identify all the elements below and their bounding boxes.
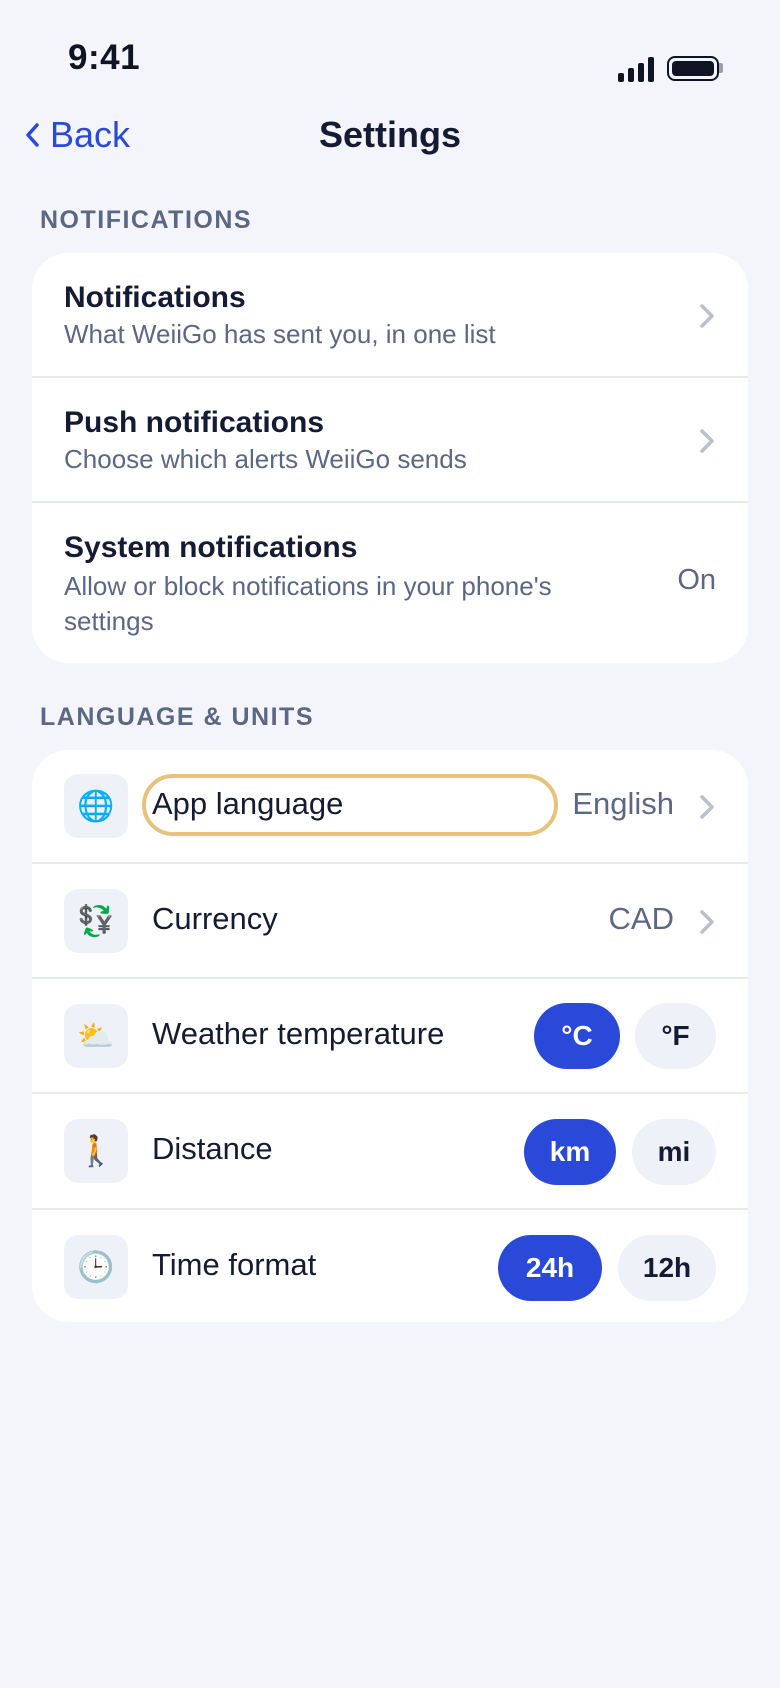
- chevron-right-icon: [700, 910, 714, 934]
- row-subtitle: Choose which alerts WeiiGo sends: [64, 444, 467, 474]
- currency-row[interactable]: 💱 Currency CAD: [32, 864, 748, 979]
- battery-icon: [667, 56, 719, 81]
- row-title: Push notifications: [64, 406, 325, 439]
- app-language-row[interactable]: 🌐 App language English: [32, 750, 748, 864]
- section-header-language-units: LANGUAGE & UNITS: [40, 703, 314, 731]
- language-units-card: 🌐 App language English 💱 Currency CAD ⛅ …: [32, 750, 748, 1322]
- cellular-signal-icon: [618, 56, 654, 82]
- currency-exchange-icon: 💱: [64, 889, 128, 953]
- distance-row: 🚶 Distance km mi: [32, 1094, 748, 1210]
- time-format-row: 🕒 Time format 24h 12h: [32, 1210, 748, 1322]
- sun-behind-cloud-icon: ⛅: [64, 1004, 128, 1068]
- chevron-right-icon: [700, 429, 714, 453]
- app-language-value: English: [572, 786, 674, 821]
- chevron-right-icon: [700, 795, 714, 819]
- app-language-label: App language: [152, 786, 344, 821]
- 12h-option[interactable]: 12h: [618, 1235, 716, 1301]
- page-title: Settings: [318, 114, 461, 155]
- mi-option[interactable]: mi: [632, 1119, 716, 1185]
- globe-icon: 🌐: [64, 774, 128, 838]
- row-subtitle-line1: Allow or block notifications in your pho…: [64, 571, 552, 601]
- row-subtitle: What WeiiGo has sent you, in one list: [64, 319, 496, 349]
- walking-person-icon: 🚶: [64, 1119, 128, 1183]
- currency-label: Currency: [152, 901, 278, 936]
- row-title: Notifications: [64, 281, 246, 314]
- settings-screen: 9:41 Back Settings NOTIFICATIONS Notific…: [0, 0, 780, 1688]
- weather-temperature-label: Weather temperature: [152, 1016, 445, 1051]
- fahrenheit-option[interactable]: °F: [635, 1003, 716, 1069]
- celsius-option[interactable]: °C: [534, 1003, 620, 1069]
- status-time: 9:41: [68, 38, 141, 77]
- weather-temperature-row: ⛅ Weather temperature °C °F: [32, 979, 748, 1094]
- clock-icon: 🕒: [64, 1235, 128, 1299]
- system-notifications-row[interactable]: System notifications Allow or block noti…: [32, 503, 748, 663]
- notifications-row[interactable]: Notifications What WeiiGo has sent you, …: [32, 253, 748, 378]
- notifications-card: Notifications What WeiiGo has sent you, …: [32, 253, 748, 663]
- battery-cap: [719, 63, 723, 73]
- km-option[interactable]: km: [524, 1119, 616, 1185]
- 24h-option[interactable]: 24h: [498, 1235, 602, 1301]
- distance-label: Distance: [152, 1131, 273, 1166]
- row-subtitle-line2: settings: [64, 606, 154, 636]
- push-notifications-row[interactable]: Push notifications Choose which alerts W…: [32, 378, 748, 503]
- section-header-notifications: NOTIFICATIONS: [40, 206, 253, 234]
- row-title: System notifications: [64, 531, 358, 564]
- currency-value: CAD: [608, 901, 674, 936]
- time-format-label: Time format: [152, 1247, 317, 1282]
- chevron-right-icon: [700, 304, 714, 328]
- system-notifications-value: On: [677, 564, 716, 596]
- status-bar: 9:41: [0, 0, 780, 100]
